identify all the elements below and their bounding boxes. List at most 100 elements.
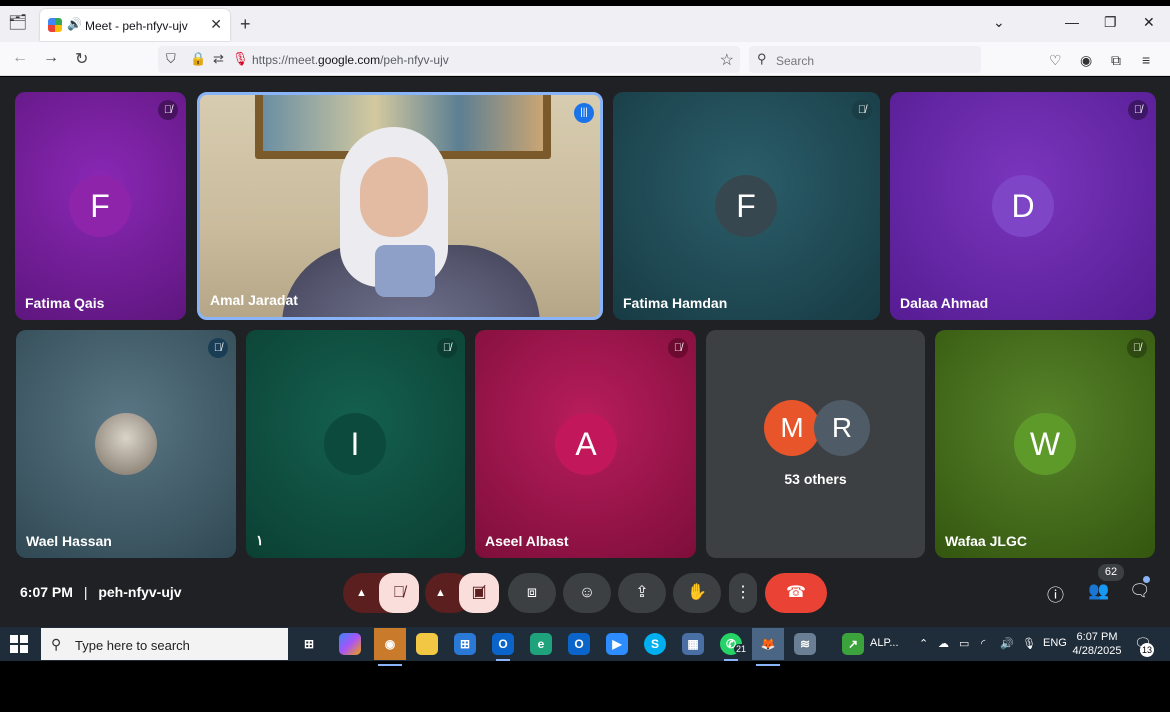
- participant-tile[interactable]: 🎙̸ W Wafaa JLGC: [935, 330, 1155, 558]
- captions-button[interactable]: ⧈: [508, 573, 556, 613]
- shield-icon[interactable]: ⛉: [166, 51, 176, 67]
- wifi-icon[interactable]: ◜: [981, 637, 985, 650]
- others-tile[interactable]: M R 53 others: [706, 330, 925, 558]
- battery-icon[interactable]: ▭: [959, 637, 969, 650]
- avatar: M: [764, 400, 820, 456]
- chrome-icon[interactable]: ◉: [374, 628, 406, 666]
- participants-count-badge: 62: [1098, 564, 1124, 581]
- present-screen-button[interactable]: ⇪: [618, 573, 666, 613]
- participant-name: Dalaa Ahmad: [900, 295, 989, 311]
- bookmark-star-icon[interactable]: ☆: [720, 50, 734, 70]
- microsoft-store-icon[interactable]: ⊞: [454, 633, 476, 655]
- separator: |: [83, 584, 88, 600]
- skype-icon[interactable]: S: [644, 633, 666, 655]
- meeting-details-icon[interactable]: ⓘ: [1047, 581, 1064, 606]
- outlook-new-icon[interactable]: O: [568, 633, 590, 655]
- search-placeholder: Search: [776, 54, 815, 68]
- copilot-icon[interactable]: [339, 633, 361, 655]
- avatar: I: [324, 413, 386, 475]
- restore-icon[interactable]: ❐: [1104, 14, 1117, 31]
- app-icon[interactable]: ≋: [794, 633, 816, 655]
- taskbar-search[interactable]: ⚲ Type here to search: [41, 628, 288, 660]
- search-box[interactable]: ⚲ Search: [749, 46, 981, 73]
- extensions-icon[interactable]: ⧉: [1111, 52, 1121, 69]
- url-text[interactable]: https://meet.google.com/peh-nfyv-ujv: [252, 53, 449, 67]
- speaking-indicator-icon: |||: [574, 103, 594, 123]
- chevron-up-icon[interactable]: ⌃: [919, 637, 928, 650]
- avatar: F: [69, 175, 131, 237]
- microphone-active-icon[interactable]: 🎙: [232, 51, 249, 67]
- chevron-up-icon[interactable]: ▲: [356, 573, 367, 613]
- taskbar-date: 4/28/2025: [1072, 645, 1122, 657]
- speaker-scarf: [375, 245, 435, 297]
- back-arrow-icon[interactable]: ←: [12, 49, 28, 67]
- avatar: D: [992, 175, 1054, 237]
- account-icon[interactable]: ◉: [1080, 52, 1092, 69]
- minimize-icon[interactable]: —: [1065, 14, 1079, 30]
- raise-hand-button[interactable]: ✋: [673, 573, 721, 613]
- forward-arrow-icon[interactable]: →: [43, 49, 59, 67]
- participant-tile[interactable]: 🎙̸ D Dalaa Ahmad: [890, 92, 1156, 320]
- windows-taskbar: ⚲ Type here to search ⊞ ◉ ⊞ O e O ▶ S ▦ …: [0, 627, 1170, 666]
- avatar: F: [715, 175, 777, 237]
- mic-muted-icon: 🎙̸: [1128, 100, 1148, 120]
- address-bar[interactable]: ⛉ 🔒 ⇄ 🎙 https://meet.google.com/peh-nfyv…: [158, 46, 740, 73]
- avatar: A: [555, 413, 617, 475]
- language-indicator[interactable]: ENG: [1043, 637, 1067, 649]
- reload-icon[interactable]: ↻: [75, 49, 88, 69]
- participant-name: ١: [256, 532, 264, 548]
- microphone-control[interactable]: ▲ 🎙̸: [343, 573, 419, 613]
- outlook-icon[interactable]: O: [492, 633, 514, 661]
- search-icon: ⚲: [51, 636, 62, 652]
- participant-tile[interactable]: 🎙̸ F Fatima Qais: [15, 92, 186, 320]
- file-explorer-icon[interactable]: [416, 633, 438, 655]
- menu-icon[interactable]: ≡: [1142, 52, 1150, 68]
- permissions-icon[interactable]: ⇄: [213, 51, 224, 67]
- lock-icon[interactable]: 🔒: [190, 51, 206, 67]
- chevron-up-icon[interactable]: ▲: [435, 573, 446, 613]
- camera-off-button[interactable]: ▣̸: [459, 573, 499, 613]
- mic-muted-icon: 🎙̸: [158, 100, 178, 120]
- taskbar-clock[interactable]: 6:07 PM 4/28/2025: [1070, 630, 1124, 658]
- screen: 🗂 🔊 Meet - peh-nfyv-ujv ✕ + ⌄ — ❐ ✕ ← → …: [0, 0, 1170, 712]
- zoom-icon[interactable]: ▶: [606, 633, 628, 655]
- pocket-icon[interactable]: ♡: [1049, 52, 1062, 69]
- more-options-button[interactable]: ⋮: [729, 573, 757, 613]
- participant-tile[interactable]: 🎙̸ F Fatima Hamdan: [613, 92, 880, 320]
- windows-start-icon[interactable]: [10, 635, 28, 653]
- onedrive-icon[interactable]: ☁: [938, 637, 949, 650]
- edge-icon[interactable]: e: [530, 633, 552, 655]
- task-view-icon[interactable]: ⊞: [298, 633, 320, 655]
- tab-list-icon[interactable]: 🗂: [8, 15, 27, 31]
- mic-muted-icon: 🎙̸: [668, 338, 688, 358]
- people-icon[interactable]: 👥: [1088, 581, 1109, 601]
- search-icon: ⚲: [757, 51, 767, 66]
- volume-icon[interactable]: 🔊: [1000, 637, 1014, 650]
- notification-center-icon[interactable]: 🗨13: [1134, 635, 1154, 657]
- mic-muted-icon: 🎙̸: [437, 338, 457, 358]
- participant-tile[interactable]: 🎙̸ I ١: [246, 330, 465, 558]
- emoji-reaction-button[interactable]: ☺: [563, 573, 611, 613]
- speaker-playing-icon[interactable]: 🔊: [67, 17, 82, 31]
- taskbar-time: 6:07 PM: [1076, 631, 1118, 643]
- meeting-code: peh-nfyv-ujv: [98, 584, 182, 600]
- chat-icon[interactable]: 🗨: [1129, 581, 1151, 601]
- alp-stock-label[interactable]: ALP...: [870, 637, 899, 649]
- mic-off-button[interactable]: 🎙̸: [379, 573, 419, 613]
- chevron-down-icon[interactable]: ⌄: [993, 14, 1005, 31]
- mic-muted-icon: 🎙̸: [208, 338, 228, 358]
- browser-tab-meet[interactable]: 🔊 Meet - peh-nfyv-ujv ✕: [40, 9, 230, 41]
- participant-tile[interactable]: 🎙̸ Wael Hassan: [16, 330, 236, 558]
- participant-video-tile[interactable]: ||| Amal Jaradat: [197, 92, 603, 320]
- speaker-face: [360, 157, 428, 237]
- firefox-icon[interactable]: 🦊: [752, 628, 784, 666]
- microphone-icon[interactable]: 🎙: [1022, 637, 1036, 650]
- close-tab-icon[interactable]: ✕: [210, 16, 222, 33]
- participant-name: Wafaa JLGC: [945, 533, 1027, 549]
- close-window-icon[interactable]: ✕: [1143, 14, 1155, 31]
- participant-tile[interactable]: 🎙̸ A Aseel Albast: [475, 330, 696, 558]
- leave-call-button[interactable]: ☎: [765, 573, 827, 613]
- network-app-icon[interactable]: ▦: [682, 633, 704, 655]
- stock-chart-icon[interactable]: ↗: [842, 633, 864, 655]
- new-tab-icon[interactable]: +: [240, 14, 251, 35]
